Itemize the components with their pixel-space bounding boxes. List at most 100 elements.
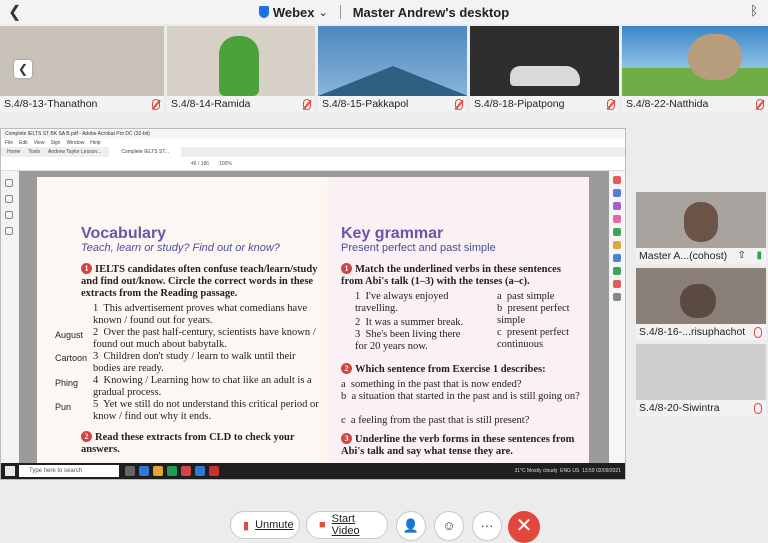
participant-tile[interactable]: S.4/8-18-Pipatpong [470, 26, 619, 112]
grammar-heading: Key grammar [341, 225, 444, 242]
tool-icon[interactable] [613, 280, 621, 288]
tool-icon[interactable] [613, 267, 621, 275]
participant-tile[interactable]: S.4/8-15-Pakkapol [318, 26, 467, 112]
app-icon[interactable] [167, 466, 177, 476]
participant-video [622, 26, 768, 96]
participant-tile[interactable]: S.4/8-22-Natthida [622, 26, 768, 112]
tool-icon[interactable] [613, 293, 621, 301]
grammar-question-1: 1 Match the underlined verbs in these sen… [341, 263, 561, 287]
participant-video [167, 26, 315, 96]
participant-video [470, 26, 619, 96]
participant-name: S.4/8-13-Thanathon [0, 96, 164, 112]
menu-window[interactable]: Window [66, 139, 84, 147]
attachment-icon[interactable] [5, 211, 13, 219]
vocabulary-item-5: 5 Yet we still do not understand this cr… [93, 399, 319, 422]
pug-shape [688, 34, 742, 80]
tool-icon[interactable] [613, 228, 621, 236]
right-tool-rail [609, 171, 625, 463]
taskbar-apps [125, 466, 219, 476]
tab-document-2[interactable]: Complete IELTS ST... [109, 147, 182, 157]
video-off-icon: ■ [319, 519, 326, 531]
tab-tools[interactable]: Tools [28, 147, 40, 157]
webex-brand[interactable]: Webex ⌄ [258, 5, 328, 20]
grammar-tense-a: a past simple [497, 291, 555, 302]
tab-document-1[interactable]: Andrew Taylor Lesson... [48, 147, 101, 157]
tool-icon[interactable] [613, 254, 621, 262]
person-shape [680, 284, 716, 318]
question-number: 2 [81, 431, 92, 442]
grammar-tense-b: b present perfect simple [497, 303, 570, 326]
muted-mic-icon [152, 99, 160, 110]
grammar-option-c: c a feeling from the past that is still … [341, 415, 530, 426]
menu-view[interactable]: View [34, 139, 45, 147]
window-title: Master Andrew's desktop [352, 4, 510, 20]
shared-screen: Complete IELTS ST BK SA B.pdf - Adobe Ac… [0, 128, 626, 480]
participants-button[interactable]: 👤 [396, 511, 426, 541]
app-icon[interactable] [195, 466, 205, 476]
tool-icon[interactable] [613, 202, 621, 210]
app-icon[interactable] [209, 466, 219, 476]
unmute-button[interactable]: ▮ Unmute [230, 511, 300, 539]
start-video-label: Start Video [331, 513, 360, 537]
participant-video [636, 344, 766, 400]
participant-name: Master A...(cohost) ⇧ ▮ [636, 248, 766, 264]
app-icon[interactable] [139, 466, 149, 476]
pages-icon[interactable] [5, 195, 13, 203]
windows-start-icon[interactable] [5, 466, 15, 476]
tool-icon[interactable] [613, 241, 621, 249]
unmute-label: Unmute [255, 519, 294, 531]
mic-icon: ▮ [756, 250, 762, 261]
tab-home[interactable]: Home [7, 147, 20, 157]
document-viewport: Vocabulary Teach, learn or study? Find o… [19, 171, 609, 463]
language-indicator[interactable]: ENG US [560, 468, 579, 474]
vocabulary-column: Vocabulary Teach, learn or study? Find o… [37, 177, 327, 463]
windows-taskbar: Type here to search 31°C Mostly cloudy E… [1, 463, 625, 479]
layers-icon[interactable] [5, 227, 13, 235]
car-shape [510, 66, 580, 86]
tool-icon[interactable] [613, 189, 621, 197]
participant-video [636, 192, 766, 248]
chevron-left-icon[interactable]: ❮ [14, 60, 32, 78]
grammar-option-b: b a situation that started in the past a… [341, 391, 580, 402]
clock-time: 13:59 [582, 468, 595, 474]
zoom-level[interactable]: 100% [219, 161, 232, 167]
menu-edit[interactable]: Edit [19, 139, 28, 147]
app-icon[interactable] [153, 466, 163, 476]
participant-strip: S.4/8-13-Thanathon S.4/8-14-Ramida S.4/8… [0, 26, 768, 112]
end-meeting-button[interactable]: ✕ [508, 511, 540, 543]
app-icon[interactable] [181, 466, 191, 476]
weather-status: 31°C Mostly cloudy [514, 468, 558, 474]
menu-sign[interactable]: Sign [50, 139, 60, 147]
participant-name: S.4/8-20-Siwintra [636, 400, 766, 416]
more-options-button[interactable]: ··· [472, 511, 502, 541]
participant-tile[interactable]: S.4/8-14-Ramida [167, 26, 315, 112]
share-icon: ⇧ [737, 250, 746, 261]
participant-pane[interactable]: Master A...(cohost) ⇧ ▮ [636, 192, 766, 264]
chevron-down-icon: ⌄ [318, 6, 328, 19]
participant-name: S.4/8-22-Natthida [622, 96, 768, 112]
menu-file[interactable]: File [5, 139, 13, 147]
muted-mic-icon [607, 99, 615, 110]
participant-pane[interactable]: S.4/8-16-...risuphachot [636, 268, 766, 340]
app-icon[interactable] [125, 466, 135, 476]
vocabulary-heading: Vocabulary [81, 225, 167, 242]
page-number[interactable]: 46 / 186 [191, 161, 209, 167]
divider [339, 5, 341, 19]
vocabulary-question-2: 2 Read these extracts from CLD to check y… [81, 431, 295, 455]
participant-name: S.4/8-18-Pipatpong [470, 96, 619, 112]
participant-name: S.4/8-16-...risuphachot [636, 324, 766, 340]
participant-pane[interactable]: S.4/8-20-Siwintra [636, 344, 766, 416]
start-video-button[interactable]: ■ Start Video [306, 511, 388, 539]
bookmark-icon[interactable] [5, 179, 13, 187]
reactions-button[interactable]: ☺ [434, 511, 464, 541]
app-title-bar: ❮ Webex ⌄ Master Andrew's desktop ᛒ [0, 0, 768, 24]
handwritten-note: Phing [55, 378, 79, 388]
vocabulary-item-1: 1 This advertisement proves what comedia… [93, 303, 308, 326]
taskbar-search[interactable]: Type here to search [19, 465, 119, 477]
tool-icon[interactable] [613, 176, 621, 184]
back-icon[interactable]: ❮ [8, 2, 21, 22]
tool-icon[interactable] [613, 215, 621, 223]
clock-date: 02/09/2021 [595, 468, 621, 474]
participant-name: S.4/8-15-Pakkapol [318, 96, 467, 112]
menu-help[interactable]: Help [90, 139, 100, 147]
